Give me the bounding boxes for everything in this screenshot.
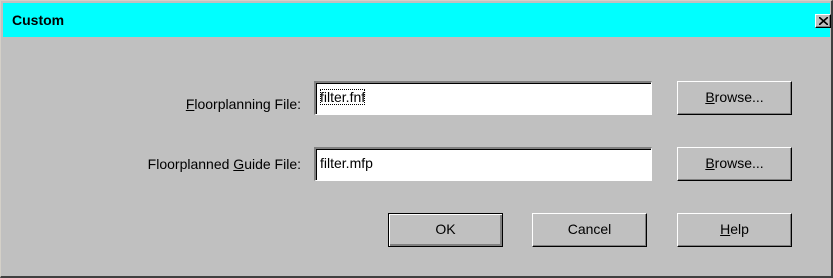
guide-browse-button[interactable]: Browse... bbox=[677, 147, 792, 181]
guide-file-label: Floorplanned Guide File: bbox=[101, 156, 301, 172]
floorplanning-file-label-suffix: loorplanning File: bbox=[194, 96, 301, 112]
guide-file-label-suffix: uide File: bbox=[244, 156, 301, 172]
cancel-button[interactable]: Cancel bbox=[532, 213, 647, 247]
guide-file-label-prefix: Floorplanned bbox=[147, 156, 234, 172]
title-bar[interactable]: Custom bbox=[3, 3, 831, 37]
floorplanning-browse-label: rowse... bbox=[714, 89, 764, 105]
guide-browse-mnemonic: B bbox=[705, 155, 715, 171]
help-label: elp bbox=[730, 221, 749, 237]
help-button[interactable]: Help bbox=[677, 213, 792, 247]
help-mnemonic: H bbox=[720, 221, 731, 237]
floorplanning-browse-mnemonic: B bbox=[705, 89, 715, 105]
close-icon bbox=[819, 17, 828, 25]
guide-file-value: filter.mfp bbox=[320, 155, 373, 171]
guide-file-input[interactable]: filter.mfp bbox=[314, 147, 652, 181]
dialog-title: Custom bbox=[12, 12, 65, 28]
floorplanning-file-input[interactable]: filter.fnf bbox=[314, 81, 652, 115]
floorplanning-file-label: Floorplanning File: bbox=[151, 96, 301, 112]
floorplanning-file-value: filter.fnf bbox=[320, 89, 366, 105]
guide-file-label-mnemonic: G bbox=[233, 156, 245, 172]
guide-browse-label: rowse... bbox=[714, 155, 764, 171]
close-button[interactable] bbox=[815, 14, 831, 28]
ok-button[interactable]: OK bbox=[388, 213, 503, 247]
floorplanning-browse-button[interactable]: Browse... bbox=[677, 81, 792, 115]
custom-dialog: Custom Floorplanning File: filter.fnf Br… bbox=[0, 0, 833, 278]
